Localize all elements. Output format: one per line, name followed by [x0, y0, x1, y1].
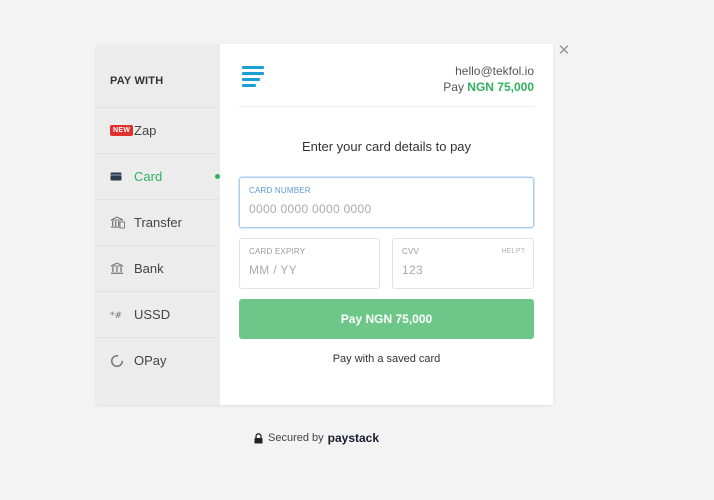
- ussd-icon: *#: [110, 311, 132, 319]
- bank-icon: [110, 262, 132, 275]
- card-number-input[interactable]: [249, 202, 484, 216]
- payment-modal: PAY WITH NEW Zap Card Transfer Bank *# U…: [96, 44, 553, 405]
- card-icon: [110, 172, 132, 181]
- secured-by-footer: Secured by paystack: [254, 431, 379, 445]
- card-expiry-label: CARD EXPIRY: [249, 247, 306, 256]
- sidebar-item-label: Card: [134, 169, 163, 184]
- sidebar-item-label: USSD: [134, 307, 171, 322]
- header-divider: [239, 106, 534, 107]
- amount-summary: Pay NGN 75,000: [443, 80, 534, 94]
- pay-button[interactable]: Pay NGN 75,000: [239, 299, 534, 339]
- sidebar-item-transfer[interactable]: Transfer: [96, 199, 220, 245]
- secured-text: Secured by: [268, 432, 324, 444]
- sidebar-item-label: Bank: [134, 261, 164, 276]
- payment-panel: hello@tekfol.io Pay NGN 75,000 Enter you…: [220, 44, 553, 405]
- card-number-label: CARD NUMBER: [249, 186, 311, 195]
- svg-text:*#: *#: [110, 311, 122, 319]
- saved-card-link[interactable]: Pay with a saved card: [220, 353, 553, 365]
- sidebar-item-zap[interactable]: NEW Zap: [96, 107, 220, 153]
- card-expiry-field[interactable]: CARD EXPIRY: [239, 238, 380, 289]
- new-badge: NEW: [110, 125, 134, 136]
- customer-email: hello@tekfol.io: [455, 64, 534, 78]
- cvv-input[interactable]: [402, 263, 514, 277]
- sidebar-item-opay[interactable]: OPay: [96, 337, 220, 383]
- card-number-field[interactable]: CARD NUMBER: [239, 177, 534, 228]
- sidebar-item-ussd[interactable]: *# USSD: [96, 291, 220, 337]
- cvv-field[interactable]: CVV HELP?: [392, 238, 534, 289]
- opay-icon: [110, 354, 132, 368]
- amount-value: NGN 75,000: [467, 80, 534, 94]
- card-expiry-input[interactable]: [249, 263, 361, 277]
- cvv-label: CVV: [402, 247, 420, 256]
- sidebar-item-label: Transfer: [134, 215, 182, 230]
- close-icon[interactable]: ✕: [557, 43, 571, 58]
- paystack-logo: paystack: [327, 431, 380, 445]
- sidebar-item-label: OPay: [134, 353, 167, 368]
- merchant-logo-icon: [242, 66, 264, 90]
- sidebar-item-bank[interactable]: Bank: [96, 245, 220, 291]
- sidebar-title: PAY WITH: [110, 75, 164, 87]
- sidebar-item-card[interactable]: Card: [96, 153, 220, 199]
- payment-method-sidebar: PAY WITH NEW Zap Card Transfer Bank *# U…: [96, 44, 220, 405]
- transfer-bank-icon: [110, 216, 132, 229]
- sidebar-item-label: Zap: [134, 123, 157, 138]
- cvv-help-link[interactable]: HELP?: [501, 248, 525, 255]
- lock-icon: [254, 432, 263, 444]
- pay-label: Pay: [443, 80, 464, 94]
- form-heading: Enter your card details to pay: [301, 139, 472, 154]
